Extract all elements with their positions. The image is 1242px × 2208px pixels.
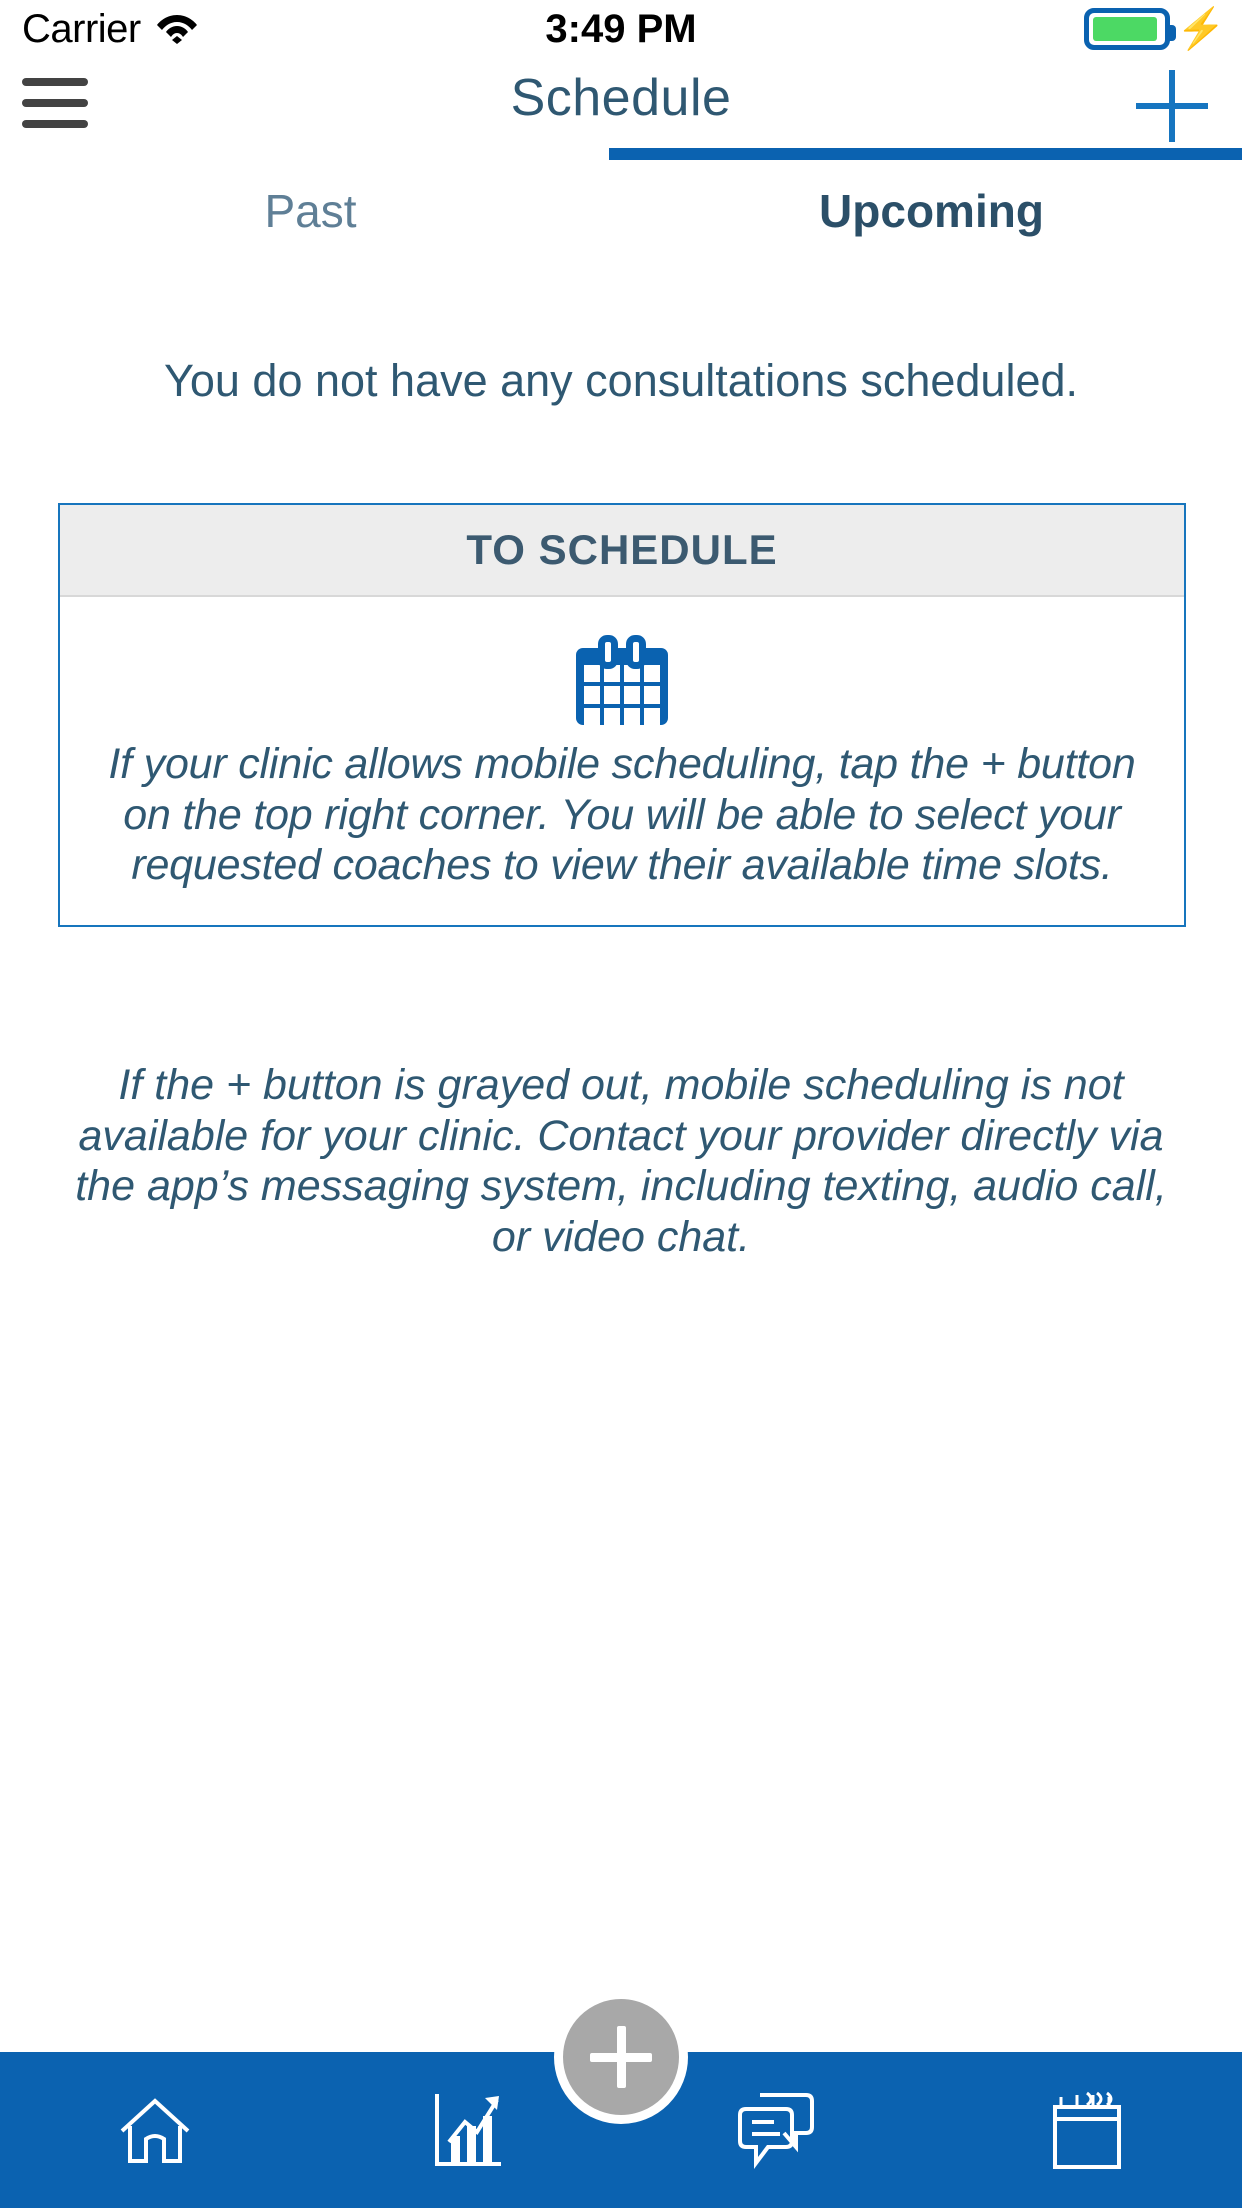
floating-add-button[interactable] — [554, 1990, 688, 2124]
navigation-bar: Schedule — [0, 58, 1242, 148]
card-body-text: If your clinic allows mobile scheduling,… — [108, 740, 1136, 890]
calendar-ring-right — [626, 635, 646, 669]
status-bar: Carrier 3:49 PM ⚡ — [0, 0, 1242, 58]
chat-bubbles-icon — [734, 2091, 818, 2169]
tabbar-item-calendar[interactable] — [932, 2052, 1242, 2208]
lightning-bolt-icon: ⚡ — [1176, 7, 1226, 51]
calendar-icon — [576, 635, 668, 725]
to-schedule-card: TO SCHEDULE If your clinic allows mobile… — [58, 503, 1186, 928]
status-bar-time: 3:49 PM — [545, 6, 697, 51]
card-header: TO SCHEDULE — [60, 505, 1184, 597]
empty-state-message: You do not have any consultations schedu… — [163, 355, 1079, 406]
tabbar-item-home[interactable] — [0, 2052, 311, 2208]
tab-past-label: Past — [264, 185, 357, 237]
calendar-notepad-icon — [1047, 2089, 1127, 2171]
battery-level-fill — [1093, 17, 1158, 41]
status-bar-right: ⚡ — [1084, 8, 1226, 50]
calendar-grid — [584, 665, 660, 725]
battery-icon — [1084, 8, 1177, 50]
card-body: If your clinic allows mobile scheduling,… — [60, 597, 1184, 925]
page-title: Schedule — [510, 69, 732, 127]
note-paragraph: If the + button is grayed out, mobile sc… — [75, 1061, 1167, 1262]
tab-upcoming-label: Upcoming — [819, 185, 1044, 237]
chart-bar-icon — [427, 2090, 505, 2170]
home-icon — [116, 2093, 194, 2167]
card-header-title: TO SCHEDULE — [466, 526, 778, 573]
tab-active-indicator — [609, 148, 1242, 160]
tab-upcoming[interactable]: Upcoming — [609, 148, 1242, 258]
segment-tabs: Past Upcoming — [0, 148, 1242, 258]
tab-past[interactable]: Past — [0, 148, 621, 258]
add-appointment-plus-icon[interactable] — [1136, 70, 1208, 142]
calendar-ring-left — [598, 635, 618, 669]
